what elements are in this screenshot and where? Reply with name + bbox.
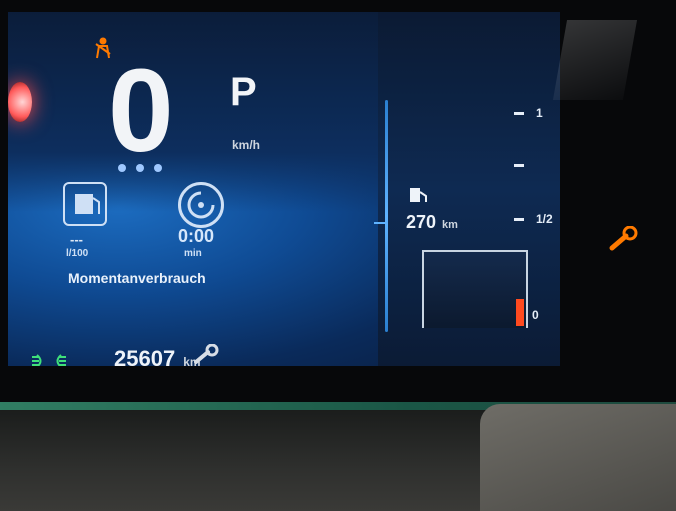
page-indicator bbox=[118, 164, 162, 172]
fuel-tile-icon bbox=[63, 182, 107, 226]
range-readout: 270 km bbox=[406, 212, 458, 233]
odometer: 25607 km bbox=[114, 346, 201, 366]
fuel-tick-1 bbox=[514, 112, 524, 115]
range-unit: km bbox=[442, 219, 458, 231]
glass-reflection bbox=[552, 20, 638, 100]
service-wrench-warning-icon bbox=[609, 226, 638, 251]
page-dot bbox=[136, 164, 144, 172]
trip-time-value: 0:00 bbox=[178, 226, 215, 246]
fuel-mark-0: 0 bbox=[532, 308, 539, 322]
dashboard-cover-right bbox=[480, 404, 676, 511]
consumption-left-value: --- bbox=[70, 232, 83, 247]
page-dot bbox=[154, 164, 162, 172]
timer-icon bbox=[178, 182, 224, 228]
range-scale-tick bbox=[374, 222, 386, 224]
fuel-pump-icon bbox=[410, 188, 427, 202]
speed-unit: km/h bbox=[232, 138, 261, 152]
trip-time-unit: min bbox=[184, 248, 202, 259]
page-dot bbox=[118, 164, 126, 172]
instrument-cluster-screen: 0 P km/h --- l/100 0:00 min Momentanverb… bbox=[8, 12, 560, 366]
range-value: 270 bbox=[406, 212, 437, 232]
fuel-level-bar bbox=[516, 299, 524, 326]
odometer-value: 25607 bbox=[114, 346, 176, 366]
fuel-tick-3-4 bbox=[514, 164, 524, 167]
fuel-gauge bbox=[422, 250, 528, 328]
fuel-mark-1: 1 bbox=[536, 106, 543, 120]
headlight-indicator-icon bbox=[32, 354, 66, 366]
service-wrench-icon bbox=[194, 344, 219, 364]
consumption-left-unit: l/100 bbox=[66, 248, 89, 259]
red-warning-light-icon bbox=[8, 82, 32, 122]
fuel-tick-1-2 bbox=[514, 218, 524, 221]
gear-indicator: P bbox=[230, 70, 257, 114]
consumption-label: Momentanverbrauch bbox=[68, 270, 206, 286]
range-scale-line bbox=[385, 100, 388, 332]
fuel-mark-half: 1/2 bbox=[536, 212, 553, 226]
speed-value: 0 bbox=[108, 45, 174, 177]
